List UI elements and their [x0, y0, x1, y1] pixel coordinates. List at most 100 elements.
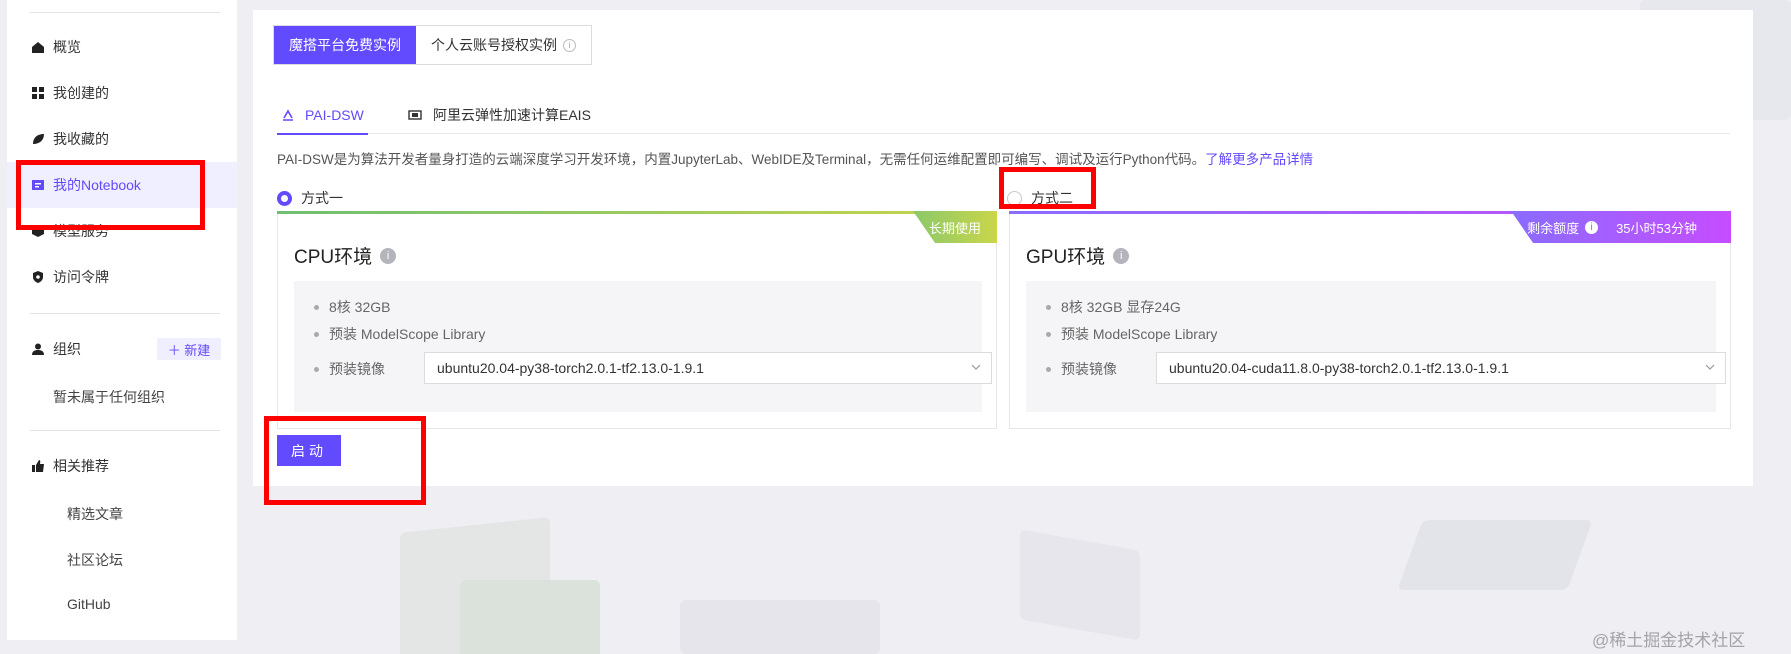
image-label: 预装镜像 [1061, 361, 1117, 377]
dsw-icon [281, 108, 295, 122]
sidebar-item-label: 我的Notebook [53, 177, 141, 193]
spec-text: 8核 32GB [329, 299, 391, 315]
tab-label: PAI-DSW [305, 107, 364, 123]
info-icon[interactable]: i [380, 247, 397, 264]
cube-icon [31, 224, 45, 238]
quota-badge: 剩余额度 i 35小时53分钟 [1511, 211, 1731, 243]
sidebar-item-label: 模型服务 [53, 223, 109, 239]
select-value: ubuntu20.04-cuda11.8.0-py38-torch2.0.1-t… [1169, 360, 1509, 376]
sidebar-item-label: 我收藏的 [53, 131, 109, 147]
background-decoration [1020, 529, 1140, 641]
user-icon [31, 342, 45, 356]
spec-row: 预装镜像 ubuntu20.04-cuda11.8.0-py38-torch2.… [1046, 352, 1726, 384]
instance-type-switch: 魔搭平台免费实例 个人云账号授权实例 i [273, 25, 592, 65]
sidebar-item-favorites[interactable]: 我收藏的 [7, 116, 237, 162]
cpu-image-select[interactable]: ubuntu20.04-py38-torch2.0.1-tf2.13.0-1.9… [424, 352, 992, 384]
long-term-badge: 长期使用 [912, 211, 997, 243]
leaf-icon [31, 132, 45, 146]
quota-label: 剩余额度 [1527, 220, 1580, 236]
product-description: PAI-DSW是为算法开发者量身打造的云端深度学习开发环境，内置JupyterL… [277, 148, 1313, 168]
thumbs-up-icon [31, 459, 45, 473]
grid-icon [31, 86, 45, 100]
sidebar-item-label: 相关推荐 [53, 458, 109, 474]
sidebar-item-org[interactable]: 组织 [7, 326, 147, 372]
background-decoration [460, 580, 600, 654]
tab-label: 阿里云弹性加速计算EAIS [433, 107, 591, 123]
quota-value: 35小时53分钟 [1616, 220, 1697, 236]
card-accent-line [277, 211, 997, 214]
sidebar-item-created[interactable]: 我创建的 [7, 70, 237, 116]
bullet-icon [314, 304, 319, 310]
divider [30, 12, 220, 13]
sidebar: 概览 我创建的 我收藏的 我的Notebook 模型服务 访问令牌 组织 ＋ 新… [7, 0, 237, 640]
free-instance-label: 魔搭平台免费实例 [289, 37, 401, 53]
sidebar-item-label: 组织 [53, 341, 81, 357]
image-label: 预装镜像 [329, 361, 385, 377]
sidebar-item-label: 我创建的 [53, 85, 109, 101]
divider [30, 313, 220, 314]
sidebar-item-overview[interactable]: 概览 [7, 24, 237, 70]
description-text: PAI-DSW是为算法开发者量身打造的云端深度学习开发环境，内置JupyterL… [277, 152, 1206, 167]
watermark: @稀土掘金技术社区 [1592, 631, 1746, 650]
shield-icon [31, 270, 45, 284]
org-empty-text: 暂未属于任何组织 [53, 389, 165, 405]
spec-text: 预装 ModelScope Library [329, 326, 486, 342]
free-instance-tab[interactable]: 魔搭平台免费实例 [274, 26, 416, 64]
radio-unchecked-icon [1007, 190, 1022, 206]
sidebar-item-notebook[interactable]: 我的Notebook [7, 162, 237, 208]
card-title-text: CPU环境 [294, 247, 373, 268]
card-title: CPU环境 i [294, 242, 397, 269]
background-decoration [1397, 520, 1593, 590]
main-panel: 魔搭平台免费实例 个人云账号授权实例 i PAI-DSW 阿里云弹性加速计算EA… [253, 10, 1753, 486]
recommend-link-github[interactable]: GitHub [67, 596, 111, 612]
start-button[interactable]: 启动 [277, 435, 341, 466]
card-title-text: GPU环境 [1026, 247, 1106, 268]
option-two-radio[interactable]: 方式二 [1007, 188, 1073, 208]
spec-row: 预装 ModelScope Library [314, 324, 485, 344]
spec-text: 预装 ModelScope Library [1061, 326, 1218, 342]
background-decoration [680, 600, 880, 654]
spec-row: 8核 32GB [314, 297, 390, 317]
option-one-radio[interactable]: 方式一 [277, 188, 343, 208]
bullet-icon [1046, 304, 1051, 310]
gpu-image-select[interactable]: ubuntu20.04-cuda11.8.0-py38-torch2.0.1-t… [1156, 352, 1726, 384]
notebook-icon [31, 178, 45, 192]
bullet-icon [1046, 331, 1051, 337]
bullet-icon [314, 331, 319, 337]
spec-row: 预装镜像 ubuntu20.04-py38-torch2.0.1-tf2.13.… [314, 352, 992, 384]
sidebar-item-model-service[interactable]: 模型服务 [7, 208, 237, 254]
sidebar-item-recommend: 相关推荐 [7, 443, 237, 489]
info-icon[interactable]: i [563, 38, 576, 52]
recommend-link-articles[interactable]: 精选文章 [67, 504, 123, 524]
option-label: 方式二 [1031, 190, 1073, 206]
info-icon[interactable]: i [1113, 247, 1130, 264]
learn-more-link[interactable]: 了解更多产品详情 [1205, 152, 1313, 167]
tab-pai-dsw[interactable]: PAI-DSW [277, 96, 368, 135]
select-value: ubuntu20.04-py38-torch2.0.1-tf2.13.0-1.9… [437, 360, 704, 376]
cpu-card[interactable]: 长期使用 CPU环境 i 8核 32GB 预装 ModelScope Libra… [277, 211, 997, 429]
sidebar-item-label: 概览 [53, 39, 81, 55]
personal-instance-tab[interactable]: 个人云账号授权实例 i [416, 26, 591, 64]
info-icon[interactable]: i [1585, 220, 1599, 234]
radio-checked-icon [277, 190, 292, 206]
spec-row: 8核 32GB 显存24G [1046, 297, 1181, 317]
recommend-link-forum[interactable]: 社区论坛 [67, 550, 123, 570]
bullet-icon [314, 366, 319, 372]
chip-icon [407, 108, 423, 122]
spec-row: 预装 ModelScope Library [1046, 324, 1217, 344]
personal-instance-label: 个人云账号授权实例 [431, 37, 557, 53]
sidebar-item-access-token[interactable]: 访问令牌 [7, 254, 237, 300]
card-title: GPU环境 i [1026, 242, 1130, 269]
bullet-icon [1046, 366, 1051, 372]
sidebar-item-label: 访问令牌 [53, 269, 109, 285]
spec-panel: 8核 32GB 预装 ModelScope Library 预装镜像 ubunt… [294, 281, 992, 412]
tab-eais[interactable]: 阿里云弹性加速计算EAIS [407, 96, 591, 134]
spec-panel: 8核 32GB 显存24G 预装 ModelScope Library 预装镜像… [1026, 281, 1726, 412]
home-icon [31, 40, 45, 54]
new-org-button[interactable]: ＋ 新建 [157, 338, 221, 360]
divider [30, 430, 220, 431]
gpu-card[interactable]: 剩余额度 i 35小时53分钟 GPU环境 i 8核 32GB 显存24G 预装… [1009, 211, 1731, 429]
product-tabs: PAI-DSW 阿里云弹性加速计算EAIS [277, 96, 1730, 135]
spec-text: 8核 32GB 显存24G [1061, 299, 1181, 315]
chevron-down-icon [1705, 364, 1715, 370]
